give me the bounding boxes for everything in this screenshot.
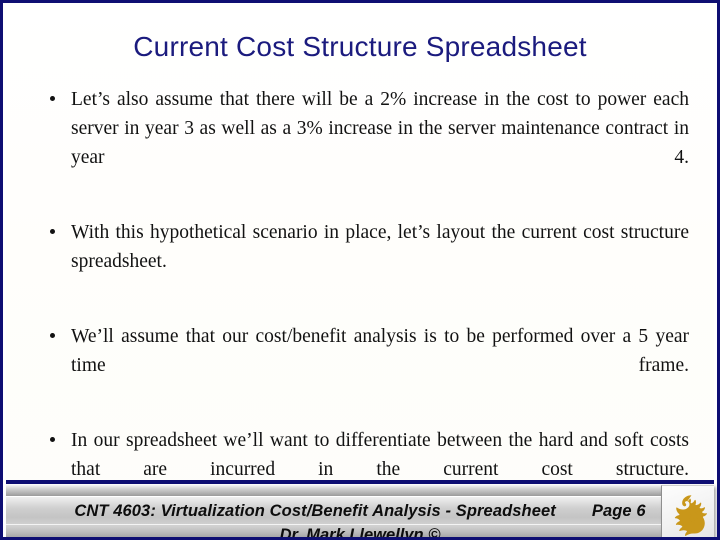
footer-course-title: CNT 4603: Virtualization Cost/Benefit An… (74, 501, 556, 520)
ucf-pegasus-logo (661, 485, 714, 537)
bullet-dot-icon (50, 229, 55, 234)
bullet-dot-icon (50, 96, 55, 101)
slide-footer: CNT 4603: Virtualization Cost/Benefit An… (6, 480, 714, 537)
list-item-text: Let’s also assume that there will be a 2… (71, 89, 689, 168)
bullet-dot-icon (50, 333, 55, 338)
bullet-dot-icon (50, 437, 55, 442)
list-item-text: With this hypothetical scenario in place… (71, 222, 689, 272)
footer-author: Dr. Mark Llewellyn © (279, 526, 441, 540)
page-number: Page 6 (591, 501, 646, 520)
page-title: Current Cost Structure Spreadsheet (133, 31, 587, 62)
list-item: With this hypothetical scenario in place… (37, 218, 689, 305)
list-item-text: We’ll assume that our cost/benefit analy… (71, 326, 689, 376)
pegasus-icon (674, 495, 707, 536)
list-item: Let’s also assume that there will be a 2… (37, 85, 689, 201)
bullet-list: Let’s also assume that there will be a 2… (37, 85, 689, 537)
footer-text-row: CNT 4603: Virtualization Cost/Benefit An… (6, 498, 714, 524)
footer-divider-top (6, 496, 714, 497)
footer-band-upper (6, 484, 714, 496)
list-item: We’ll assume that our cost/benefit analy… (37, 322, 689, 409)
footer-divider-bottom (6, 524, 714, 525)
slide-canvas: Current Cost Structure Spreadsheet Let’s… (0, 0, 720, 540)
